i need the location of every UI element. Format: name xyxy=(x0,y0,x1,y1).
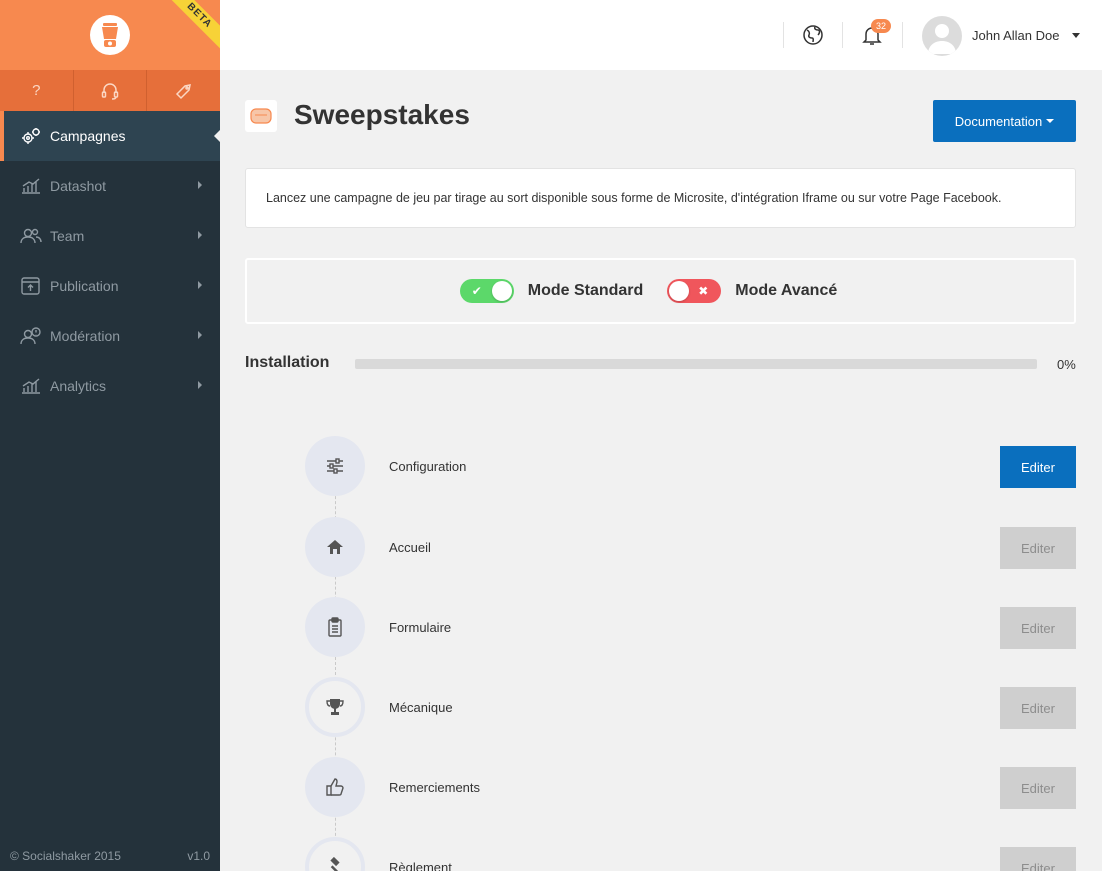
step-mecanique: Mécanique Editer xyxy=(305,677,1076,737)
step-label: Accueil xyxy=(389,540,431,555)
nav-label: Datashot xyxy=(50,178,107,194)
main-nav: Campagnes Datashot Team Publication Modé… xyxy=(0,111,220,411)
gears-icon xyxy=(20,127,42,145)
step-label: Remerciements xyxy=(389,780,481,795)
nav-label: Team xyxy=(50,228,85,244)
socialshaker-logo[interactable] xyxy=(90,15,130,55)
divider xyxy=(902,22,903,48)
step-icon-circle xyxy=(305,837,365,871)
topbar: 32 John Allan Doe xyxy=(220,0,1102,70)
caret-right-icon xyxy=(198,381,202,389)
beta-ribbon: BETA xyxy=(161,0,220,54)
step-icon-circle xyxy=(305,757,365,817)
edit-mecanique-button[interactable]: Editer xyxy=(1000,687,1076,729)
step-icon-circle xyxy=(305,517,365,577)
nav-item-moderation[interactable]: Modération xyxy=(0,311,220,361)
user-name[interactable]: John Allan Doe xyxy=(972,28,1059,43)
caret-right-icon xyxy=(198,281,202,289)
nav-label: Analytics xyxy=(50,378,107,394)
toggle-knob xyxy=(491,281,512,301)
step-accueil: Accueil Editer xyxy=(305,517,1076,577)
installation-label: Installation xyxy=(245,354,330,371)
globe-icon xyxy=(803,25,823,45)
mode-standard-label[interactable]: Mode Standard xyxy=(528,282,644,300)
nav-item-publication[interactable]: Publication xyxy=(0,261,220,311)
divider xyxy=(842,22,843,48)
documentation-button[interactable]: Documentation xyxy=(933,100,1076,142)
thumbs-up-icon xyxy=(326,778,344,796)
nav-item-datashot[interactable]: Datashot xyxy=(0,161,220,211)
page-title: Sweepstakes xyxy=(294,99,470,130)
user-menu-caret-icon[interactable] xyxy=(1072,33,1080,38)
version: v1.0 xyxy=(187,849,210,863)
copyright: © Socialshaker 2015 xyxy=(10,849,121,863)
avatar[interactable] xyxy=(922,16,962,56)
step-reglement: Règlement Editer xyxy=(305,837,1076,871)
tag-icon xyxy=(175,83,191,99)
nav-label: Modération xyxy=(50,328,121,344)
nav-item-analytics[interactable]: Analytics xyxy=(0,361,220,411)
user-avatar-icon xyxy=(928,24,956,54)
step-icon-circle xyxy=(305,677,365,737)
divider xyxy=(783,22,784,48)
mode-standard-toggle[interactable]: ✔ xyxy=(459,279,514,303)
upload-icon xyxy=(20,277,42,295)
users-icon xyxy=(20,227,42,245)
sliders-icon xyxy=(327,458,343,474)
moderation-icon xyxy=(20,327,42,345)
help-button[interactable]: ? xyxy=(0,70,73,111)
caret-down-icon xyxy=(1046,119,1055,123)
step-icon-circle xyxy=(305,436,365,496)
step-label: Formulaire xyxy=(389,620,452,635)
sweepstakes-icon xyxy=(245,100,277,132)
step-label: Règlement xyxy=(389,860,452,871)
tag-button[interactable] xyxy=(146,70,220,111)
language-button[interactable] xyxy=(802,24,824,46)
nav-label: Publication xyxy=(50,278,119,294)
clipboard-icon xyxy=(328,617,342,637)
close-icon: ✖ xyxy=(698,284,709,298)
progress-percent: 0% xyxy=(1057,357,1076,372)
home-icon xyxy=(327,540,343,554)
nav-item-team[interactable]: Team xyxy=(0,211,220,261)
step-icon-circle xyxy=(305,597,365,657)
description-panel: Lancez une campagne de jeu par tirage au… xyxy=(245,168,1076,228)
caret-right-icon xyxy=(198,181,202,189)
step-label: Configuration xyxy=(389,459,467,474)
description-text: Lancez une campagne de jeu par tirage au… xyxy=(266,191,1002,205)
nav-label: Campagnes xyxy=(50,128,126,144)
sidebar: BETA ? Campagnes Datashot Team Publicati… xyxy=(0,0,220,871)
edit-accueil-button[interactable]: Editer xyxy=(1000,527,1076,569)
chart-icon xyxy=(20,377,42,395)
sidebar-footer: © Socialshaker 2015 v1.0 xyxy=(10,849,210,863)
trophy-icon xyxy=(326,699,344,715)
mode-selector: ✔ Mode Standard ✖ Mode Avancé xyxy=(245,258,1076,324)
step-formulaire: Formulaire Editer xyxy=(305,597,1076,657)
caret-right-icon xyxy=(198,331,202,339)
nav-item-campagnes[interactable]: Campagnes xyxy=(0,111,220,161)
caret-right-icon xyxy=(198,231,202,239)
quick-actions: ? xyxy=(0,70,220,111)
check-icon: ✔ xyxy=(471,284,482,298)
edit-remerciements-button[interactable]: Editer xyxy=(1000,767,1076,809)
edit-configuration-button[interactable]: Editer xyxy=(1000,446,1076,488)
gavel-icon xyxy=(330,857,340,871)
notification-badge: 32 xyxy=(871,19,891,33)
edit-reglement-button[interactable]: Editer xyxy=(1000,847,1076,871)
installation-progress-bar xyxy=(355,359,1037,369)
brand-header: BETA xyxy=(0,0,220,70)
edit-formulaire-button[interactable]: Editer xyxy=(1000,607,1076,649)
headset-icon xyxy=(101,82,119,100)
mode-avance-label[interactable]: Mode Avancé xyxy=(735,282,837,300)
step-configuration: Configuration Editer xyxy=(305,436,1076,496)
mode-avance-toggle[interactable]: ✖ xyxy=(667,279,722,303)
step-remerciements: Remerciements Editer xyxy=(305,757,1076,817)
chart-icon xyxy=(20,177,42,195)
toggle-knob xyxy=(669,281,690,301)
documentation-label: Documentation xyxy=(954,113,1043,129)
question-icon: ? xyxy=(32,82,41,99)
step-label: Mécanique xyxy=(389,700,453,715)
support-button[interactable] xyxy=(72,70,147,111)
